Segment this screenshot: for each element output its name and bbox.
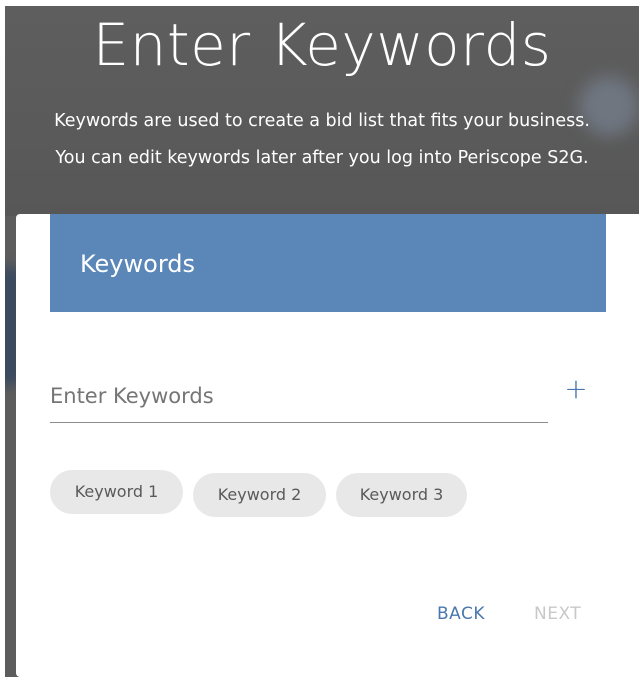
card-header: Keywords bbox=[50, 214, 606, 312]
plus-icon[interactable]: + bbox=[564, 374, 588, 404]
back-button[interactable]: BACK bbox=[437, 604, 485, 624]
keyword-chip[interactable]: Keyword 2 bbox=[193, 473, 326, 517]
keyword-input[interactable] bbox=[50, 379, 548, 413]
keyword-chip[interactable]: Keyword 3 bbox=[336, 473, 467, 517]
next-button[interactable]: NEXT bbox=[534, 604, 581, 624]
page-title: Enter Keywords bbox=[92, 11, 552, 79]
page-subtitle-line-1: Keywords are used to create a bid list t… bbox=[54, 111, 590, 131]
page-subtitle-line-2: You can edit keywords later after you lo… bbox=[55, 148, 589, 168]
card-title: Keywords bbox=[80, 250, 196, 278]
keyword-chip-list: Keyword 1 Keyword 2 Keyword 3 bbox=[50, 470, 570, 520]
keywords-card: Keywords + Keyword 1 Keyword 2 Keyword 3… bbox=[16, 214, 639, 677]
keyword-input-container bbox=[50, 369, 548, 423]
keyword-chip[interactable]: Keyword 1 bbox=[50, 470, 183, 514]
